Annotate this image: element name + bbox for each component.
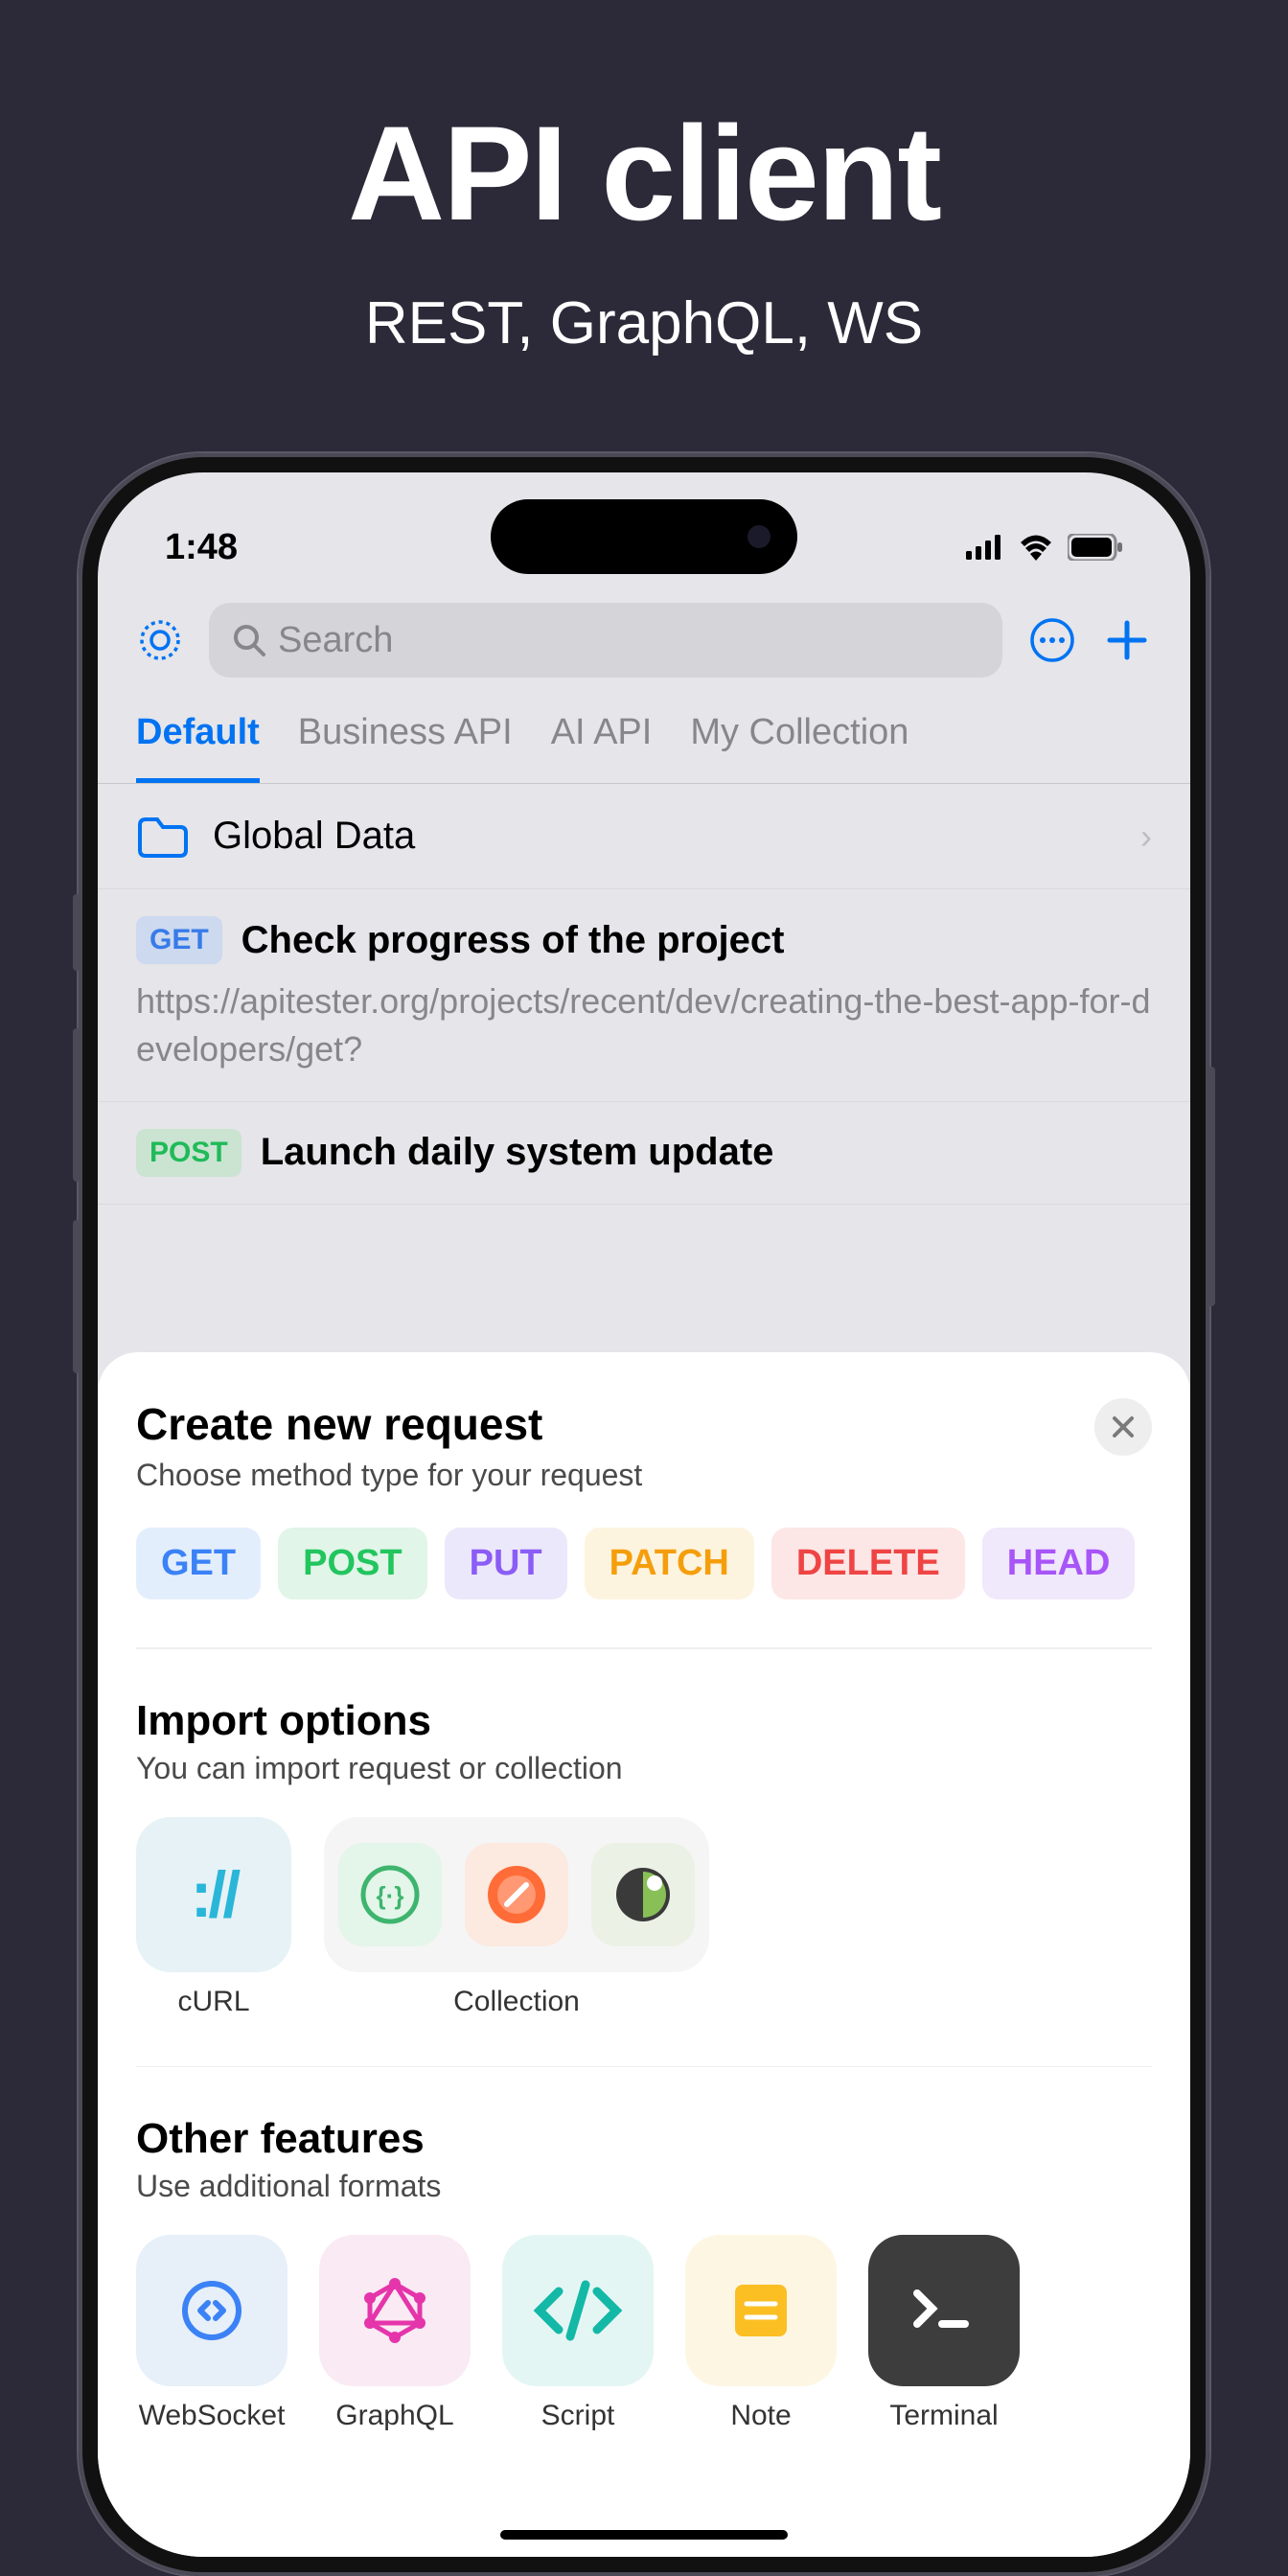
method-get-button[interactable]: GET	[136, 1528, 261, 1599]
method-patch-button[interactable]: PATCH	[585, 1528, 754, 1599]
feature-script-label: Script	[541, 2400, 615, 2432]
plus-icon	[1104, 617, 1150, 663]
close-button[interactable]	[1094, 1398, 1152, 1456]
home-indicator[interactable]	[500, 2530, 788, 2540]
feature-terminal-label: Terminal	[889, 2400, 998, 2432]
cellular-icon	[966, 535, 1004, 560]
dynamic-island	[491, 499, 797, 574]
feature-websocket-button[interactable]	[136, 2235, 288, 2386]
other-title: Other features	[136, 2115, 1152, 2163]
graphql-icon	[358, 2274, 431, 2347]
hero-title: API client	[348, 96, 940, 251]
power-button[interactable]	[1208, 1067, 1215, 1306]
sheet-title: Create new request	[136, 1398, 642, 1450]
feature-note-button[interactable]	[685, 2235, 837, 2386]
import-collection-button[interactable]: {·}	[324, 1817, 709, 1972]
method-put-button[interactable]: PUT	[445, 1528, 567, 1599]
search-input[interactable]: Search	[209, 603, 1002, 678]
add-button[interactable]	[1102, 615, 1152, 665]
import-collection-label: Collection	[453, 1986, 580, 2018]
tab-ai-api[interactable]: AI API	[551, 712, 653, 783]
postman-icon	[484, 1862, 549, 1927]
request-title: Check progress of the project	[242, 919, 785, 962]
mute-switch[interactable]	[73, 894, 80, 971]
global-data-label: Global Data	[213, 815, 1117, 858]
gear-icon[interactable]	[136, 616, 184, 664]
chevron-right-icon: ›	[1140, 816, 1152, 857]
close-icon	[1111, 1414, 1136, 1439]
terminal-icon	[906, 2282, 982, 2339]
global-data-row[interactable]: Global Data ›	[98, 784, 1190, 889]
method-head-button[interactable]: HEAD	[982, 1528, 1136, 1599]
svg-text:{·}: {·}	[377, 1881, 404, 1910]
feature-graphql-label: GraphQL	[335, 2400, 453, 2432]
method-delete-button[interactable]: DELETE	[771, 1528, 965, 1599]
import-curl-label: cURL	[177, 1986, 249, 2018]
folder-icon	[136, 816, 190, 858]
script-icon	[530, 2277, 626, 2344]
volume-down-button[interactable]	[73, 1220, 80, 1373]
app-header: Search	[98, 587, 1190, 693]
feature-script-button[interactable]	[502, 2235, 654, 2386]
volume-up-button[interactable]	[73, 1028, 80, 1182]
import-curl-button[interactable]: ://	[136, 1817, 291, 1972]
request-url: https://apitester.org/projects/recent/de…	[136, 978, 1152, 1074]
note-icon	[725, 2275, 796, 2346]
search-placeholder: Search	[278, 620, 393, 661]
method-list: GET POST PUT PATCH DELETE HEAD OPTIONS	[136, 1528, 1152, 1599]
other-subtitle: Use additional formats	[136, 2169, 1152, 2204]
import-subtitle: You can import request or collection	[136, 1751, 1152, 1786]
method-post-button[interactable]: POST	[278, 1528, 426, 1599]
request-row[interactable]: POST Launch daily system update	[98, 1102, 1190, 1205]
divider	[136, 2066, 1152, 2068]
feature-terminal-button[interactable]	[868, 2235, 1020, 2386]
camera-icon	[748, 525, 770, 548]
status-time: 1:48	[165, 527, 238, 568]
wifi-icon	[1018, 534, 1054, 561]
divider	[136, 1647, 1152, 1649]
more-icon	[1028, 616, 1076, 664]
method-badge-post: POST	[136, 1129, 242, 1177]
tab-my-collection[interactable]: My Collection	[690, 712, 908, 783]
more-button[interactable]	[1027, 615, 1077, 665]
tab-business-api[interactable]: Business API	[298, 712, 513, 783]
create-request-sheet: Create new request Choose method type fo…	[98, 1352, 1190, 2557]
import-title: Import options	[136, 1697, 1152, 1745]
feature-websocket-label: WebSocket	[139, 2400, 286, 2432]
phone-frame: 1:48 Search Default Business API AI	[79, 453, 1209, 2576]
feature-note-label: Note	[730, 2400, 791, 2432]
search-icon	[232, 623, 266, 657]
request-title: Launch daily system update	[261, 1131, 774, 1174]
request-row[interactable]: GET Check progress of the project https:…	[98, 889, 1190, 1102]
hero-subtitle: REST, GraphQL, WS	[365, 289, 923, 357]
insomnia-icon	[610, 1862, 676, 1927]
tabs: Default Business API AI API My Collectio…	[98, 693, 1190, 784]
battery-icon	[1068, 534, 1123, 561]
websocket-icon	[173, 2272, 250, 2349]
tab-default[interactable]: Default	[136, 712, 260, 783]
swagger-icon: {·}	[357, 1862, 423, 1927]
feature-graphql-button[interactable]	[319, 2235, 471, 2386]
sheet-subtitle: Choose method type for your request	[136, 1458, 642, 1493]
method-badge-get: GET	[136, 916, 222, 964]
